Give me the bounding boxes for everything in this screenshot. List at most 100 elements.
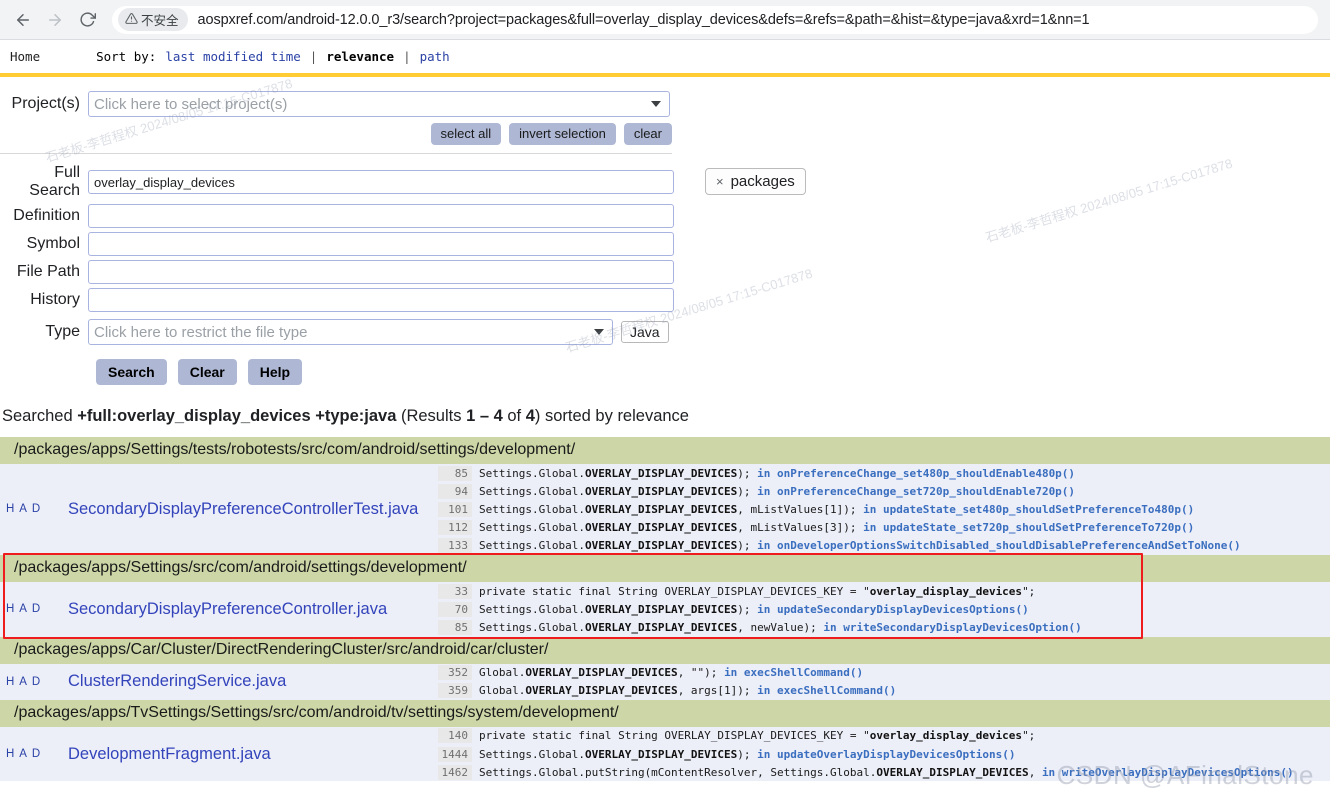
- project-select[interactable]: Click here to select project(s): [88, 91, 670, 117]
- code-snippet-row[interactable]: 1462 Settings.Global.putString(mContentRe…: [438, 763, 1330, 781]
- file-flags[interactable]: H A D: [0, 676, 46, 688]
- snippet-code-prefix: Settings.Global.: [479, 539, 585, 553]
- result-directory-header[interactable]: /packages/apps/Car/Cluster/DirectRenderi…: [0, 636, 1330, 664]
- type-row: Type Click here to restrict the file typ…: [0, 319, 1330, 345]
- code-snippet-row[interactable]: 352 Global.OVERLAY_DISPLAY_DEVICES, ""); …: [438, 664, 1330, 682]
- definition-input[interactable]: [88, 204, 674, 228]
- summary-prefix: Searched: [2, 407, 78, 425]
- type-placeholder-text: Click here to restrict the file type: [94, 323, 308, 341]
- snippet-code: Global.OVERLAY_DISPLAY_DEVICES, args[1])…: [479, 684, 896, 697]
- code-snippet-row[interactable]: 140 private static final String OVERLAY_D…: [438, 727, 1330, 745]
- type-java-chip[interactable]: Java: [621, 321, 669, 343]
- snippet-match-token: OVERLAY_DISPLAY_DEVICES: [525, 684, 678, 698]
- sort-option-last-modified-time[interactable]: last modified time: [165, 49, 300, 64]
- result-file-block: H A D ClusterRenderingService.java 352 Glob…: [0, 663, 1330, 700]
- snippet-match-token: overlay_display_devices: [869, 729, 1023, 743]
- history-input[interactable]: [88, 288, 674, 312]
- result-directory-header[interactable]: /packages/apps/TvSettings/Settings/src/c…: [0, 699, 1330, 727]
- result-directory-header[interactable]: /packages/apps/Settings/src/com/android/…: [0, 554, 1330, 582]
- file-flags[interactable]: H A D: [0, 603, 46, 615]
- snippet-context-function[interactable]: in execShellCommand(): [724, 666, 863, 679]
- symbol-row: Symbol: [0, 232, 1330, 256]
- snippet-line-number[interactable]: 1444: [438, 746, 472, 762]
- code-snippet-row[interactable]: 359 Global.OVERLAY_DISPLAY_DEVICES, args[…: [438, 682, 1330, 700]
- snippet-context-function[interactable]: in updateOverlayDisplayDevicesOptions(): [757, 748, 1015, 761]
- result-filename-link[interactable]: ClusterRenderingService.java: [46, 672, 438, 691]
- clear-button[interactable]: Clear: [177, 359, 237, 385]
- code-snippet-row[interactable]: 85 Settings.Global.OVERLAY_DISPLAY_DEVICE…: [438, 464, 1330, 482]
- type-select[interactable]: Click here to restrict the file type: [88, 319, 613, 345]
- snippet-code: Settings.Global.putString(mContentResolv…: [479, 766, 1294, 779]
- forward-icon[interactable]: [40, 5, 70, 35]
- snippet-line-number[interactable]: 140: [438, 728, 472, 744]
- sort-option-path[interactable]: path: [420, 49, 450, 64]
- select-all-button[interactable]: select all: [430, 123, 502, 145]
- result-filename-link[interactable]: SecondaryDisplayPreferenceController.jav…: [46, 600, 438, 619]
- clear-selection-button[interactable]: clear: [623, 123, 672, 145]
- snippet-context-function[interactable]: in onDeveloperOptionsSwitchDisabled_shou…: [757, 539, 1240, 552]
- snippet-match-token: OVERLAY_DISPLAY_DEVICES: [584, 521, 738, 535]
- snippet-context-function[interactable]: in onPreferenceChange_set720p_shouldEnab…: [757, 485, 1075, 498]
- home-link[interactable]: Home: [4, 49, 46, 64]
- result-filename-link[interactable]: DevelopmentFragment.java: [46, 745, 438, 764]
- reload-icon[interactable]: [72, 5, 102, 35]
- snippet-context-function[interactable]: in writeOverlayDisplayDevicesOptions(): [1042, 766, 1294, 779]
- snippet-line-number[interactable]: 352: [438, 665, 472, 681]
- selected-project-chip-packages[interactable]: × packages: [705, 168, 806, 195]
- result-directory-header[interactable]: /packages/apps/Settings/tests/robotests/…: [0, 437, 1330, 464]
- snippet-line-number[interactable]: 133: [438, 538, 472, 554]
- snippet-match-token: overlay_display_devices: [869, 584, 1023, 598]
- security-status-chip[interactable]: 不安全: [118, 8, 188, 31]
- back-icon[interactable]: [8, 5, 38, 35]
- full-search-input[interactable]: overlay_display_devices: [88, 170, 674, 194]
- snippet-code-prefix: Settings.Global.: [479, 747, 585, 761]
- invert-selection-button[interactable]: invert selection: [509, 123, 616, 145]
- code-snippet-row[interactable]: 94 Settings.Global.OVERLAY_DISPLAY_DEVICE…: [438, 482, 1330, 500]
- snippet-line-number[interactable]: 85: [438, 465, 472, 481]
- search-results: /packages/apps/Settings/tests/robotests/…: [0, 437, 1330, 782]
- code-snippet-row[interactable]: 112 Settings.Global.OVERLAY_DISPLAY_DEVIC…: [438, 519, 1330, 537]
- search-button[interactable]: Search: [96, 359, 167, 385]
- full-search-row: Full Search overlay_display_devices: [0, 164, 1330, 200]
- sort-option-relevance[interactable]: relevance: [326, 49, 394, 64]
- snippet-context-function[interactable]: in updateSecondaryDisplayDevicesOptions(…: [757, 603, 1029, 616]
- snippet-context-function[interactable]: in updateState_set720p_shouldSetPreferen…: [863, 521, 1194, 534]
- snippet-code-suffix: , mListValues[1]);: [737, 502, 857, 516]
- file-flags[interactable]: H A D: [0, 503, 46, 515]
- snippet-context-function[interactable]: in onPreferenceChange_set480p_shouldEnab…: [757, 467, 1075, 480]
- snippet-code-prefix: Settings.Global.putString(mContentResolv…: [479, 765, 877, 779]
- snippet-line-number[interactable]: 85: [438, 619, 472, 635]
- form-actions: Search Clear Help: [96, 359, 1330, 385]
- snippet-code-suffix: );: [737, 747, 751, 761]
- snippet-context-function[interactable]: in execShellCommand(): [757, 684, 896, 697]
- snippet-line-number[interactable]: 359: [438, 683, 472, 699]
- help-button[interactable]: Help: [247, 359, 303, 385]
- snippet-code: Settings.Global.OVERLAY_DISPLAY_DEVICES,…: [479, 521, 1194, 534]
- snippet-line-number[interactable]: 112: [438, 520, 472, 536]
- code-snippet-row[interactable]: 1444 Settings.Global.OVERLAY_DISPLAY_DEVI…: [438, 745, 1330, 763]
- code-snippet-row[interactable]: 33 private static final String OVERLAY_DI…: [438, 582, 1330, 600]
- snippet-line-number[interactable]: 94: [438, 483, 472, 499]
- summary-total: 4: [525, 407, 535, 425]
- code-snippet-row[interactable]: 85 Settings.Global.OVERLAY_DISPLAY_DEVICE…: [438, 618, 1330, 636]
- snippet-context-function[interactable]: in updateState_set480p_shouldSetPreferen…: [863, 503, 1194, 516]
- snippet-context-function[interactable]: in writeSecondaryDisplayDevicesOption(): [823, 621, 1081, 634]
- snippet-line-number[interactable]: 101: [438, 501, 472, 517]
- file-path-input[interactable]: [88, 260, 674, 284]
- file-flags[interactable]: H A D: [0, 748, 46, 760]
- opengrok-menubar: Home Sort by: last modified time | relev…: [0, 40, 1330, 73]
- file-path-row: File Path: [0, 260, 1330, 284]
- snippet-line-number[interactable]: 1462: [438, 764, 472, 780]
- menubar-separator-2: |: [403, 49, 411, 64]
- snippet-line-number[interactable]: 70: [438, 601, 472, 617]
- snippet-code-prefix: Settings.Global.: [479, 466, 585, 480]
- code-snippet-row[interactable]: 101 Settings.Global.OVERLAY_DISPLAY_DEVIC…: [438, 500, 1330, 518]
- code-snippet-row[interactable]: 133 Settings.Global.OVERLAY_DISPLAY_DEVIC…: [438, 537, 1330, 555]
- symbol-input[interactable]: [88, 232, 674, 256]
- close-icon[interactable]: ×: [716, 174, 724, 189]
- snippet-line-number[interactable]: 33: [438, 583, 472, 599]
- search-summary: Searched +full:overlay_display_devices +…: [0, 407, 1330, 426]
- result-filename-link[interactable]: SecondaryDisplayPreferenceControllerTest…: [46, 500, 438, 519]
- address-bar[interactable]: 不安全 aospxref.com/android-12.0.0_r3/searc…: [112, 5, 1318, 34]
- code-snippet-row[interactable]: 70 Settings.Global.OVERLAY_DISPLAY_DEVICE…: [438, 600, 1330, 618]
